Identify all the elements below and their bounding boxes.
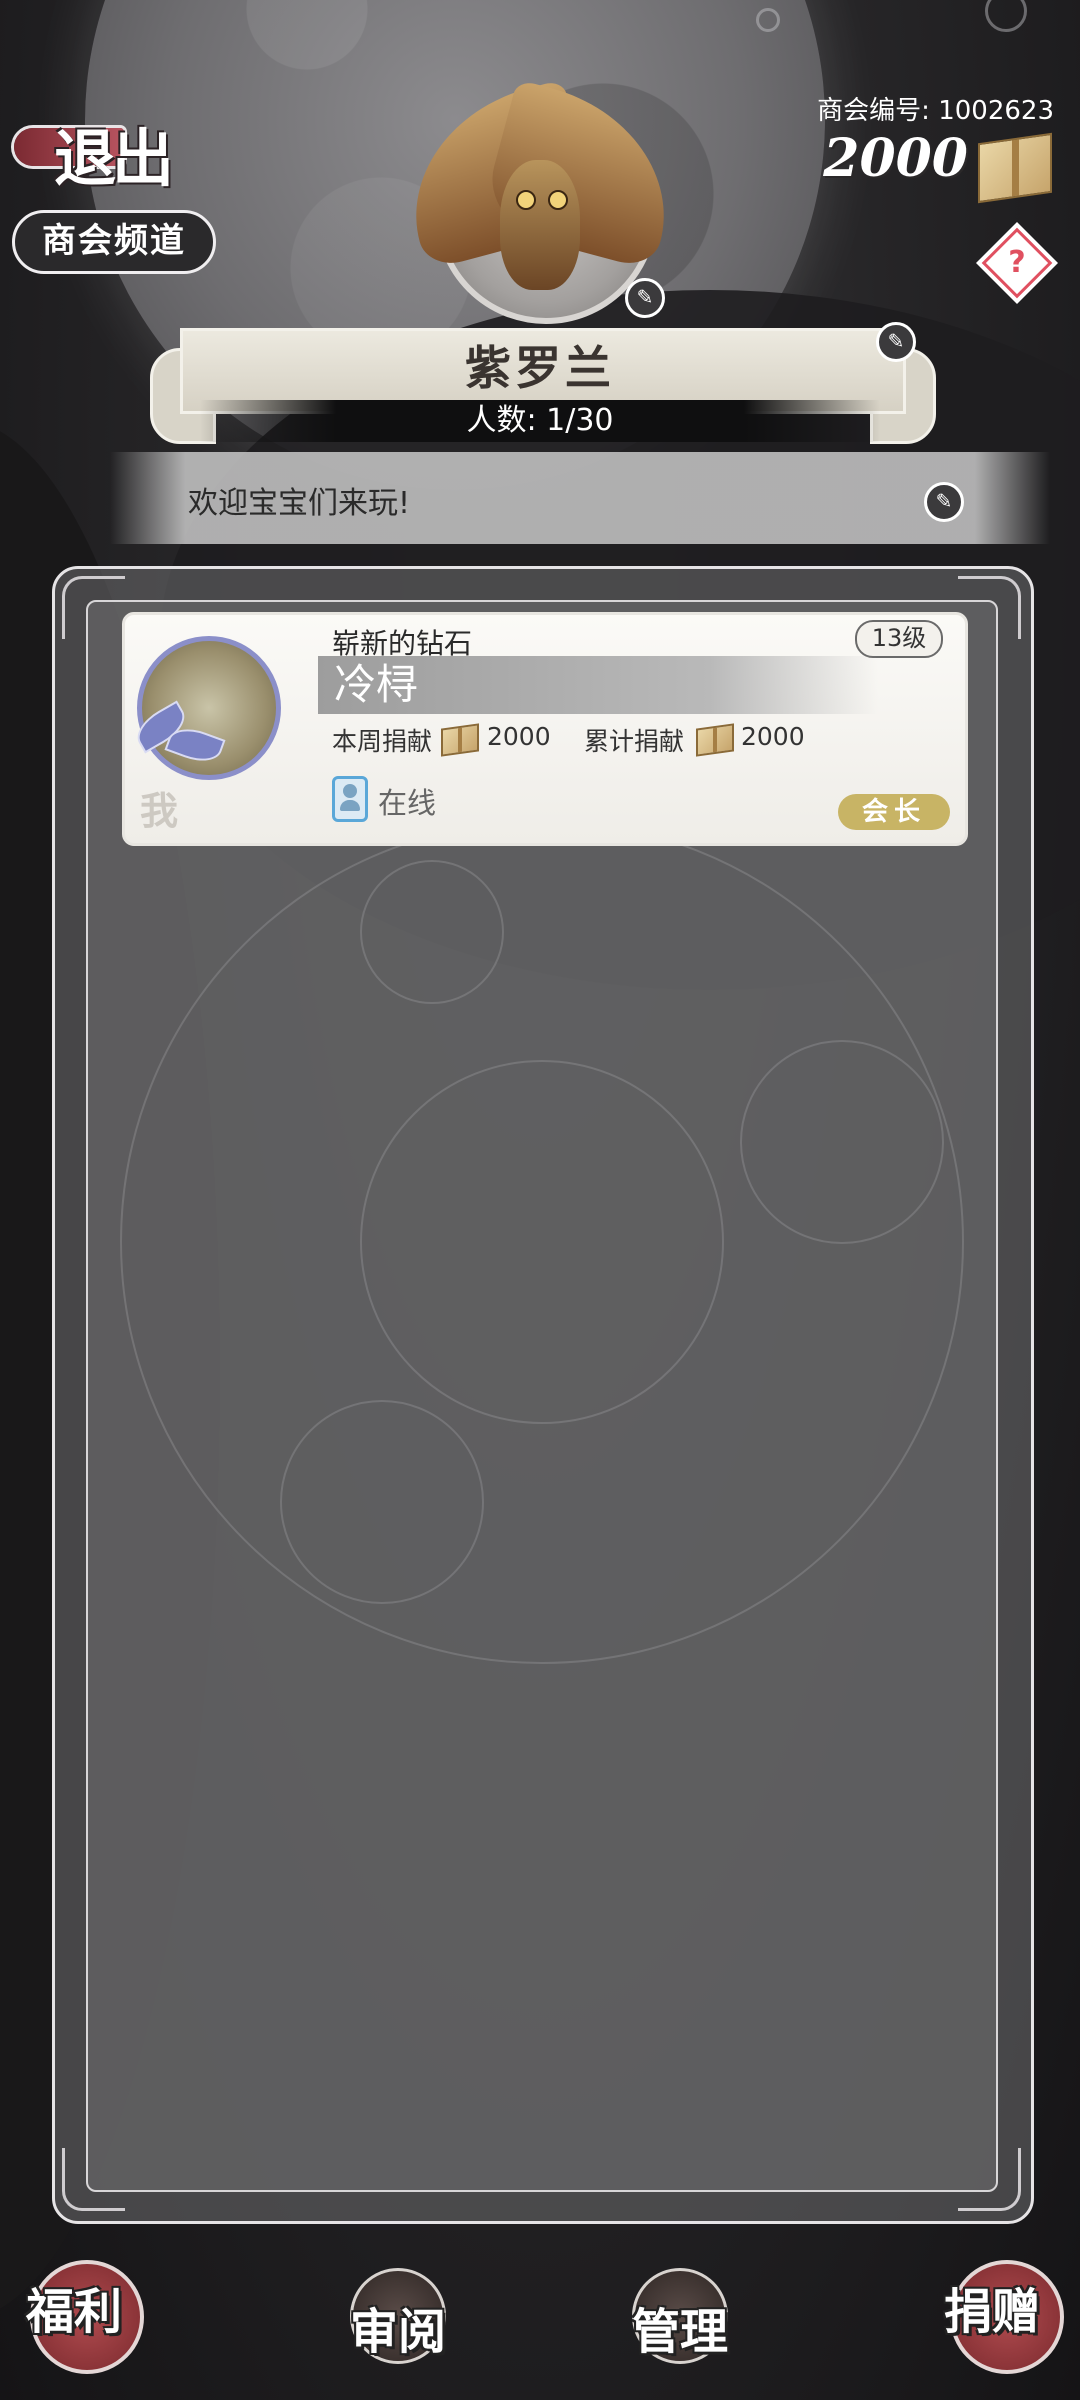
guild-name: 紫罗兰 [465,341,615,395]
guild-id: 商会编号: 1002623 [817,96,1054,126]
crate-icon [441,723,479,757]
corner-ornament [958,2148,1021,2211]
review-label: 审阅 [350,2304,447,2360]
magic-circle-decoration [360,1060,724,1424]
guild-channel-button[interactable]: 商会频道 [12,210,216,274]
role-badge: 会长 [838,794,950,830]
crate-icon [978,132,1052,204]
owl-eye [548,190,568,210]
orbit-dot [756,8,780,32]
crate-icon [696,723,734,757]
edit-emblem-icon[interactable]: ✎ [625,278,665,318]
self-marker: 我 [140,788,179,833]
manage-label: 管理 [632,2304,729,2360]
edit-notice-icon[interactable]: ✎ [924,482,964,522]
total-donation-label: 累计捐献 [584,727,685,756]
member-name: 冷桪 [334,660,419,709]
magic-circle-decoration [740,1040,944,1244]
orbit-dot [985,0,1027,32]
exit-label: 退出 [54,122,174,195]
corner-ornament [62,576,125,639]
owl-eye [516,190,536,210]
corner-ornament [62,2148,125,2211]
exit-button[interactable]: 退出 [14,108,184,195]
currency-display: 2000 [810,124,1060,204]
donate-label: 捐赠 [944,2284,1041,2340]
total-donation-value: 2000 [741,722,805,751]
owl-icon [500,160,580,290]
currency-amount: 2000 [823,128,968,189]
member-count: 人数: 1/30 [200,400,880,442]
weekly-donation-label: 本周捐献 [332,727,433,756]
welfare-label: 福利 [26,2284,123,2340]
magic-circle-decoration [360,860,504,1004]
weekly-donation-value: 2000 [487,722,551,751]
edit-name-icon[interactable]: ✎ [876,322,916,362]
online-status-text: 在线 [378,786,437,820]
level-badge: 13级 [855,620,943,658]
online-status-icon [332,776,368,822]
help-icon: ? [1008,245,1026,280]
magic-circle-decoration [280,1400,484,1604]
guild-notice-text: 欢迎宝宝们来玩! [188,486,411,521]
